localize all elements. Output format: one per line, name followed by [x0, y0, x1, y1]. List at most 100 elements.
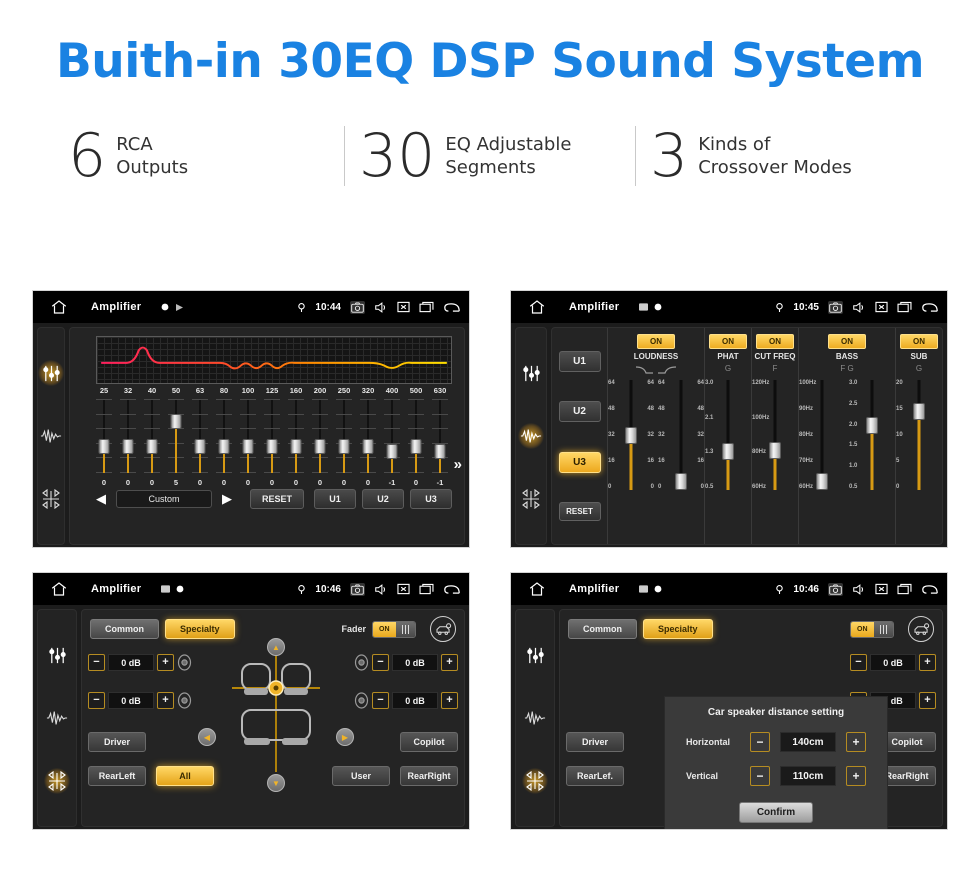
position-driver-button[interactable]: Driver — [566, 732, 624, 752]
vertical-minus-button[interactable]: − — [750, 766, 770, 786]
eq-slider[interactable]: 0 — [188, 397, 212, 487]
eq-slider-knob[interactable] — [98, 439, 110, 454]
eq-slider[interactable]: 0 — [236, 397, 260, 487]
tab-specialty[interactable]: Specialty — [643, 619, 713, 639]
eq-slider-knob[interactable] — [194, 439, 206, 454]
eq-slider[interactable]: 0 — [356, 397, 380, 487]
eq-slider-knob[interactable] — [242, 439, 254, 454]
home-icon[interactable] — [49, 298, 69, 316]
position-user-button[interactable]: User — [332, 766, 390, 786]
eq-slider[interactable]: 0 — [404, 397, 428, 487]
preset-name[interactable]: Custom — [116, 490, 212, 508]
car-settings-icon[interactable] — [908, 616, 934, 642]
dsp-slider[interactable]: 120Hz 100Hz 80Hz 60Hz — [752, 376, 798, 494]
eq-slider-knob[interactable] — [386, 444, 398, 459]
eq-slider-knob[interactable] — [146, 439, 158, 454]
waveform-icon[interactable] — [522, 705, 548, 731]
position-copilot-button[interactable]: Copilot — [400, 732, 458, 752]
dpad-up-button[interactable]: ▲ — [267, 638, 285, 656]
home-icon[interactable] — [527, 298, 547, 316]
plus-button[interactable]: + — [157, 692, 174, 709]
minus-button[interactable]: − — [88, 654, 105, 671]
eq-slider[interactable]: 0 — [212, 397, 236, 487]
stepper-front-right[interactable]: − 0 dB + — [354, 654, 458, 671]
dsp-preset-u1[interactable]: U1 — [558, 350, 601, 372]
position-driver-button[interactable]: Driver — [88, 732, 146, 752]
eq-more-chevron-icon[interactable]: » — [454, 456, 462, 473]
minus-button[interactable]: − — [372, 654, 389, 671]
balance-icon[interactable] — [44, 767, 70, 794]
eq-slider[interactable]: 0 — [140, 397, 164, 487]
plus-button[interactable]: + — [919, 692, 936, 709]
position-rearleft-button[interactable]: RearLeft — [88, 766, 146, 786]
slider-knob[interactable] — [866, 417, 878, 435]
tab-specialty[interactable]: Specialty — [165, 619, 235, 639]
eq-slider[interactable]: 0 — [260, 397, 284, 487]
eq-slider[interactable]: 0 — [308, 397, 332, 487]
horizontal-minus-button[interactable]: − — [750, 732, 770, 752]
confirm-button[interactable]: Confirm — [739, 802, 813, 823]
eq-slider-knob[interactable] — [314, 439, 326, 454]
fader-toggle[interactable]: ON — [372, 620, 416, 638]
dsp-toggle-bass[interactable]: ON — [828, 334, 866, 349]
waveform-icon[interactable] — [518, 422, 544, 449]
waveform-icon[interactable] — [38, 423, 64, 449]
eq-slider-knob[interactable] — [338, 439, 350, 454]
eq-slider-knob[interactable] — [290, 439, 302, 454]
car-seat-diagram[interactable] — [212, 648, 340, 776]
home-icon[interactable] — [49, 580, 69, 598]
dsp-preset-u3[interactable]: U3 — [558, 451, 601, 473]
dsp-toggle-phat[interactable]: ON — [709, 334, 747, 349]
stepper-front-left[interactable]: − 0 dB + — [88, 654, 192, 671]
plus-button[interactable]: + — [157, 654, 174, 671]
plus-button[interactable]: + — [441, 654, 458, 671]
eq-slider-knob[interactable] — [266, 439, 278, 454]
dsp-toggle-cut-freq[interactable]: ON — [756, 334, 794, 349]
dsp-slider[interactable]: 3.0 2.1 1.3 0.5 — [705, 376, 751, 494]
eq-slider-knob[interactable] — [434, 444, 446, 459]
eq-sliders-icon[interactable] — [38, 360, 64, 387]
dpad-down-button[interactable]: ▼ — [267, 774, 285, 792]
home-icon[interactable] — [527, 580, 547, 598]
position-rearright-button[interactable]: RearRight — [400, 766, 458, 786]
eq-sliders-icon[interactable] — [44, 642, 70, 668]
reset-button[interactable]: RESET — [250, 489, 304, 509]
plus-button[interactable]: + — [441, 692, 458, 709]
eq-slider-knob[interactable] — [362, 439, 374, 454]
dpad-left-button[interactable]: ◀ — [198, 728, 216, 746]
eq-slider-knob[interactable] — [218, 439, 230, 454]
dsp-toggle-loudness[interactable]: ON — [637, 334, 675, 349]
minus-button[interactable]: − — [372, 692, 389, 709]
slider-knob[interactable] — [722, 443, 734, 461]
stepper-rear-left[interactable]: − 0 dB + — [88, 692, 192, 709]
dsp-slider[interactable]: 64 48 32 16 0 64 48 32 16 0 — [658, 376, 704, 494]
eq-slider[interactable]: -1 — [380, 397, 404, 487]
eq-slider-knob[interactable] — [170, 414, 182, 429]
preset-u1-button[interactable]: U1 — [314, 489, 356, 509]
fader-toggle[interactable]: ON — [850, 620, 894, 638]
tab-common[interactable]: Common — [568, 619, 637, 639]
eq-sliders-icon[interactable] — [522, 642, 548, 668]
dsp-slider[interactable]: 100Hz 90Hz 80Hz 70Hz 60Hz — [799, 376, 845, 494]
slider-knob[interactable] — [913, 403, 925, 421]
eq-slider-knob[interactable] — [122, 439, 134, 454]
preset-u3-button[interactable]: U3 — [410, 489, 452, 509]
eq-slider[interactable]: 5 — [164, 397, 188, 487]
dsp-slider[interactable]: 64 48 32 16 0 64 48 32 16 0 — [608, 376, 654, 494]
eq-slider[interactable]: 0 — [332, 397, 356, 487]
horizontal-plus-button[interactable]: + — [846, 732, 866, 752]
preset-prev-button[interactable]: ◀ — [92, 491, 110, 507]
stepper-rear-right[interactable]: − 0 dB + — [354, 692, 458, 709]
dsp-toggle-sub[interactable]: ON — [900, 334, 938, 349]
eq-slider[interactable]: 0 — [92, 397, 116, 487]
dsp-preset-u2[interactable]: U2 — [558, 401, 601, 423]
eq-sliders-icon[interactable] — [518, 360, 544, 386]
dsp-reset-button[interactable]: RESET — [558, 502, 601, 522]
eq-slider[interactable]: -1 — [428, 397, 452, 487]
balance-icon[interactable] — [522, 767, 548, 794]
slider-knob[interactable] — [816, 473, 828, 490]
tab-common[interactable]: Common — [90, 619, 159, 639]
minus-button[interactable]: − — [88, 692, 105, 709]
eq-slider[interactable]: 0 — [116, 397, 140, 487]
slider-knob[interactable] — [675, 473, 687, 490]
